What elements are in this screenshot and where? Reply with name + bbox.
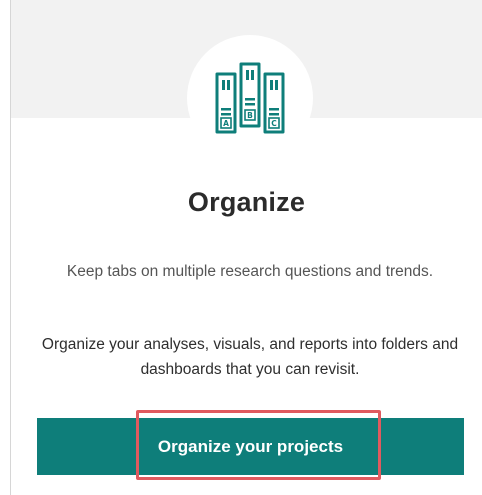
organize-projects-button-label: Organize your projects [157,436,344,456]
organize-card: A B C Organize Keep tabs on multiple res… [10,0,482,495]
organize-projects-button[interactable]: Organize your projects [37,418,464,475]
card-description-primary: Keep tabs on multiple research questions… [66,263,434,280]
card-title: Organize [187,187,306,217]
icon-circle: A B C [187,35,313,161]
binders-icon: A B C [215,62,285,134]
page: A B C Organize Keep tabs on multiple res… [0,0,482,495]
binder-label-a: A [223,119,229,128]
binder-label-c: C [271,119,277,128]
binder-label-b: B [247,111,253,120]
card-description-secondary: Organize your analyses, visuals, and rep… [41,336,459,378]
